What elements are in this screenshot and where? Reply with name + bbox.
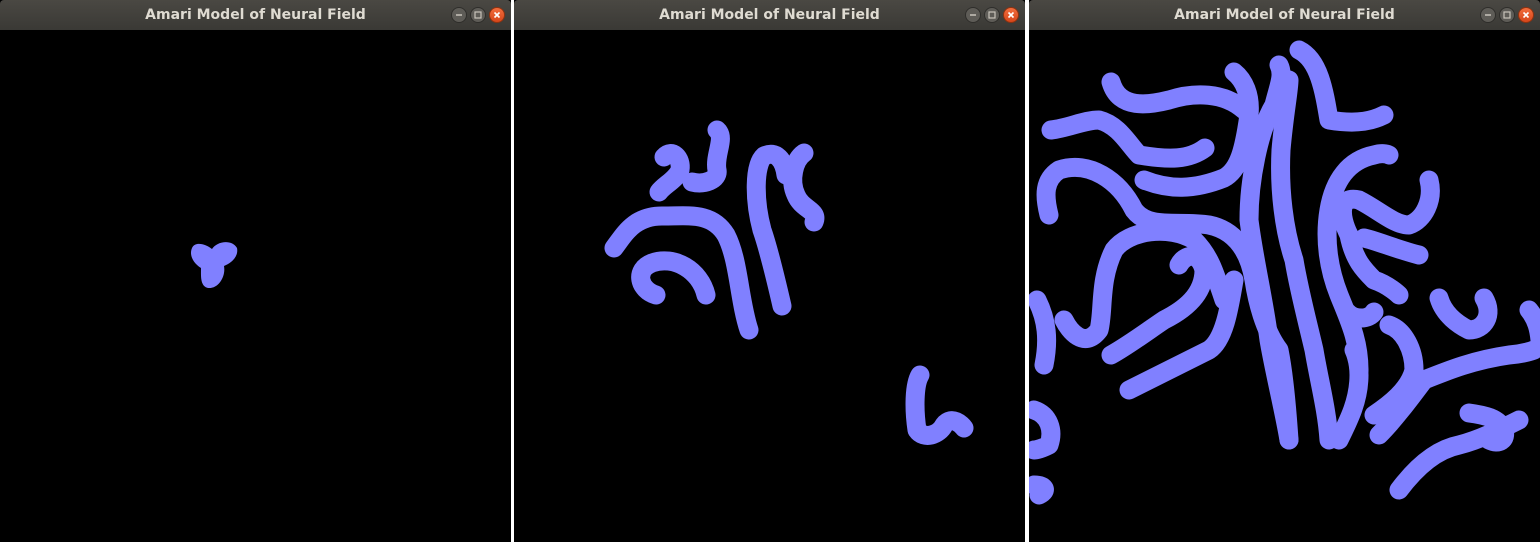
maximize-button[interactable] <box>984 7 1000 23</box>
minimize-button[interactable] <box>1480 7 1496 23</box>
minimize-icon <box>1485 14 1491 16</box>
minimize-icon <box>970 14 976 16</box>
window-title: Amari Model of Neural Field <box>1174 7 1395 23</box>
maximize-icon <box>1503 11 1511 19</box>
window-titlebar[interactable]: Amari Model of Neural Field <box>514 0 1025 30</box>
close-button[interactable] <box>1518 7 1534 23</box>
activity-stripes <box>604 120 974 445</box>
window-controls <box>1480 7 1534 23</box>
maximize-button[interactable] <box>470 7 486 23</box>
window-titlebar[interactable]: Amari Model of Neural Field <box>1029 0 1540 30</box>
close-icon <box>1007 11 1015 19</box>
neural-field-window-3[interactable]: Amari Model of Neural Field <box>1029 0 1540 542</box>
neural-field-canvas[interactable] <box>0 30 511 542</box>
maximize-icon <box>988 11 996 19</box>
close-icon <box>493 11 501 19</box>
window-controls <box>451 7 505 23</box>
activity-pattern <box>191 242 238 289</box>
neural-field-window-2[interactable]: Amari Model of Neural Field <box>514 0 1025 542</box>
minimize-button[interactable] <box>451 7 467 23</box>
activity-blob <box>191 242 238 289</box>
minimize-icon <box>456 14 462 16</box>
maximize-icon <box>474 11 482 19</box>
close-button[interactable] <box>1003 7 1019 23</box>
activity-labyrinth <box>1029 40 1540 505</box>
window-titlebar[interactable]: Amari Model of Neural Field <box>0 0 511 30</box>
window-title: Amari Model of Neural Field <box>145 7 366 23</box>
close-icon <box>1522 11 1530 19</box>
neural-field-canvas[interactable] <box>1029 30 1540 542</box>
close-button[interactable] <box>489 7 505 23</box>
desktop: Amari Model of Neural Field Amari Model <box>0 0 1540 542</box>
window-controls <box>965 7 1019 23</box>
maximize-button[interactable] <box>1499 7 1515 23</box>
activity-pattern <box>1029 40 1540 505</box>
neural-field-window-1[interactable]: Amari Model of Neural Field <box>0 0 511 542</box>
minimize-button[interactable] <box>965 7 981 23</box>
window-title: Amari Model of Neural Field <box>659 7 880 23</box>
activity-pattern <box>604 120 974 445</box>
neural-field-canvas[interactable] <box>514 30 1025 542</box>
